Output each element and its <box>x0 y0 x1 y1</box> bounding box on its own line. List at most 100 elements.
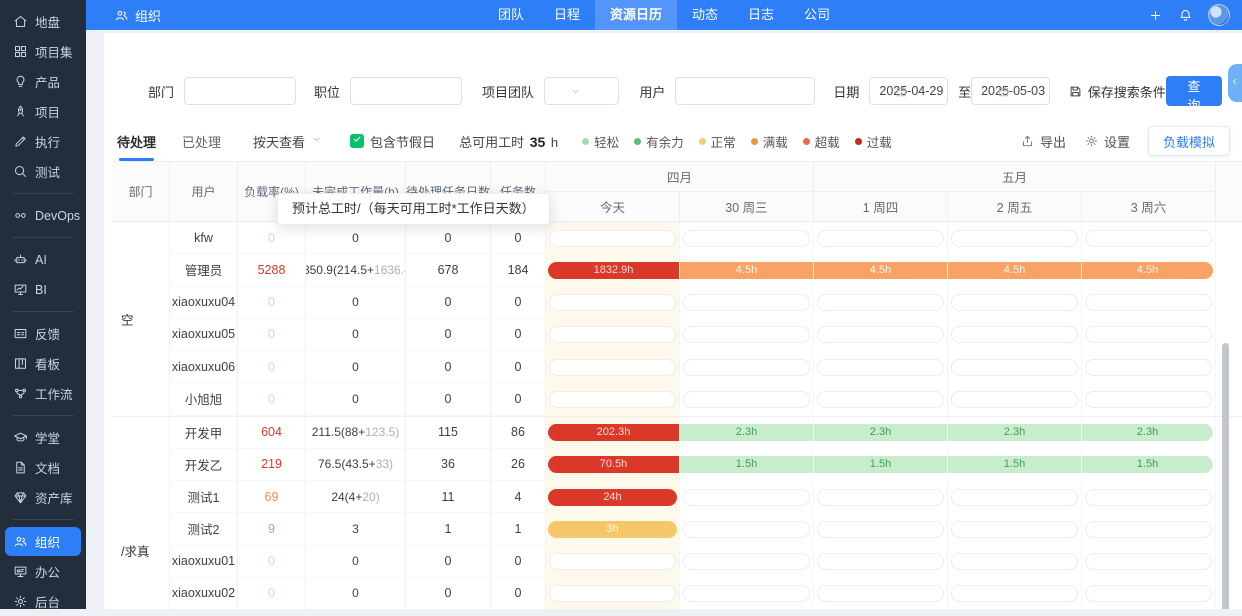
calendar-cell[interactable] <box>680 546 814 578</box>
calendar-cell[interactable] <box>948 222 1082 254</box>
workload-bar[interactable]: 4.5h <box>948 262 1081 279</box>
search-button[interactable]: 查询 <box>1166 76 1222 106</box>
sidebar-item-文档[interactable]: 文档 <box>5 453 81 482</box>
sidebar-item-BI[interactable]: BI <box>5 275 81 304</box>
date-from-input[interactable]: 2025-04-29 <box>869 77 948 105</box>
sidebar-item-测试[interactable]: 测试 <box>5 157 81 186</box>
workload-bar[interactable]: 1.5h <box>680 456 813 473</box>
day-header-3 周六[interactable]: 3 周六 <box>1082 192 1216 221</box>
calendar-cell[interactable] <box>680 513 814 545</box>
sidebar-item-产品[interactable]: 产品 <box>5 67 81 96</box>
sidebar-item-工作流[interactable]: 工作流 <box>5 379 81 408</box>
calendar-cell[interactable] <box>948 287 1082 319</box>
workload-bar[interactable]: 24h <box>548 489 677 506</box>
avatar[interactable] <box>1208 4 1230 26</box>
sidebar-item-组织[interactable]: 组织 <box>5 527 81 556</box>
calendar-cell[interactable]: 4.5h <box>1082 254 1216 286</box>
team-select[interactable] <box>544 77 619 105</box>
workload-bar[interactable]: 4.5h <box>814 262 947 279</box>
user-name[interactable]: xiaoxuxu01 <box>170 546 238 578</box>
workload-bar[interactable]: 1.5h <box>948 456 1081 473</box>
calendar-cell[interactable] <box>814 383 948 415</box>
calendar-cell[interactable] <box>546 351 680 383</box>
tab-pending[interactable]: 待处理 <box>117 132 156 151</box>
view-mode-dropdown[interactable]: 按天查看 <box>253 132 324 151</box>
notifications-bell-icon[interactable] <box>1178 8 1193 23</box>
calendar-cell[interactable]: 2.3h <box>1082 417 1216 449</box>
workload-bar[interactable]: 1.5h <box>814 456 947 473</box>
workload-bar[interactable]: 4.5h <box>680 262 813 279</box>
settings-button[interactable]: 设置 <box>1084 132 1130 151</box>
nav-tab-资源日历[interactable]: 资源日历 <box>595 0 677 30</box>
calendar-cell[interactable]: 4.5h <box>814 254 948 286</box>
breadcrumb[interactable]: 组织 <box>114 6 161 25</box>
user-name[interactable]: 管理员 <box>170 254 238 286</box>
calendar-cell[interactable] <box>948 351 1082 383</box>
user-name[interactable]: xiaoxuxu04 <box>170 287 238 319</box>
include-holidays-checkbox[interactable]: 包含节假日 <box>350 132 435 151</box>
calendar-cell[interactable] <box>814 319 948 351</box>
workload-bar[interactable]: 2.3h <box>948 424 1081 441</box>
sidebar-item-AI[interactable]: AI <box>5 245 81 274</box>
calendar-cell[interactable] <box>814 222 948 254</box>
save-search-button[interactable]: 保存搜索条件 <box>1068 82 1166 101</box>
calendar-cell[interactable] <box>680 319 814 351</box>
calendar-cell[interactable] <box>948 319 1082 351</box>
export-button[interactable]: 导出 <box>1020 132 1066 151</box>
day-header-2 周五[interactable]: 2 周五 <box>948 192 1082 221</box>
calendar-cell[interactable] <box>680 383 814 415</box>
day-header-1 周四[interactable]: 1 周四 <box>814 192 948 221</box>
calendar-cell[interactable]: 24h <box>546 481 680 513</box>
calendar-cell[interactable]: 2.3h <box>814 417 948 449</box>
calendar-cell[interactable] <box>680 578 814 609</box>
sidebar-item-反馈[interactable]: 反馈 <box>5 319 81 348</box>
workload-bar[interactable]: 2.3h <box>680 424 813 441</box>
user-name[interactable]: 小旭旭 <box>170 383 238 415</box>
calendar-cell[interactable]: 1.5h <box>814 449 948 481</box>
sidebar-item-后台[interactable]: 后台 <box>5 587 81 616</box>
user-name[interactable]: xiaoxuxu02 <box>170 578 238 609</box>
calendar-cell[interactable] <box>814 546 948 578</box>
calendar-cell[interactable]: 1832.9h <box>546 254 680 286</box>
calendar-cell[interactable] <box>680 287 814 319</box>
workload-bar[interactable]: 2.3h <box>1082 424 1213 441</box>
tab-processed[interactable]: 已处理 <box>182 132 221 151</box>
vertical-scrollbar[interactable] <box>1222 343 1229 609</box>
calendar-cell[interactable] <box>1082 578 1216 609</box>
nav-tab-动态[interactable]: 动态 <box>677 0 733 30</box>
workload-bar[interactable]: 4.5h <box>1082 262 1213 279</box>
workload-bar[interactable]: 1.5h <box>1082 456 1213 473</box>
user-filter-input[interactable] <box>675 77 815 105</box>
calendar-cell[interactable] <box>680 222 814 254</box>
sidebar-item-看板[interactable]: 看板 <box>5 349 81 378</box>
calendar-cell[interactable] <box>814 351 948 383</box>
user-name[interactable]: 测试2 <box>170 513 238 545</box>
calendar-cell[interactable]: 1.5h <box>948 449 1082 481</box>
calendar-cell[interactable] <box>546 287 680 319</box>
dept-filter-input[interactable] <box>184 77 296 105</box>
workload-bar[interactable]: 3h <box>548 521 677 538</box>
calendar-cell[interactable] <box>814 578 948 609</box>
calendar-cell[interactable] <box>680 481 814 513</box>
user-name[interactable]: 开发甲 <box>170 417 238 449</box>
calendar-cell[interactable]: 202.3h <box>546 417 680 449</box>
calendar-cell[interactable] <box>546 222 680 254</box>
calendar-cell[interactable]: 3h <box>546 513 680 545</box>
calendar-cell[interactable] <box>546 383 680 415</box>
workload-bar[interactable]: 70.5h <box>548 456 679 473</box>
sidebar-item-办公[interactable]: 办公 <box>5 557 81 586</box>
collapse-filter-handle[interactable] <box>1228 64 1242 102</box>
calendar-cell[interactable] <box>546 546 680 578</box>
add-button[interactable] <box>1148 8 1163 23</box>
calendar-cell[interactable] <box>1082 287 1216 319</box>
workload-bar[interactable]: 2.3h <box>814 424 947 441</box>
sidebar-item-项目[interactable]: 项目 <box>5 97 81 126</box>
sidebar-item-DevOps[interactable]: DevOps <box>5 201 81 230</box>
calendar-cell[interactable] <box>1082 513 1216 545</box>
sidebar-item-项目集[interactable]: 项目集 <box>5 37 81 66</box>
calendar-cell[interactable]: 1.5h <box>680 449 814 481</box>
calendar-cell[interactable] <box>1082 383 1216 415</box>
nav-tab-日程[interactable]: 日程 <box>539 0 595 30</box>
user-name[interactable]: xiaoxuxu05 <box>170 319 238 351</box>
calendar-cell[interactable]: 4.5h <box>948 254 1082 286</box>
